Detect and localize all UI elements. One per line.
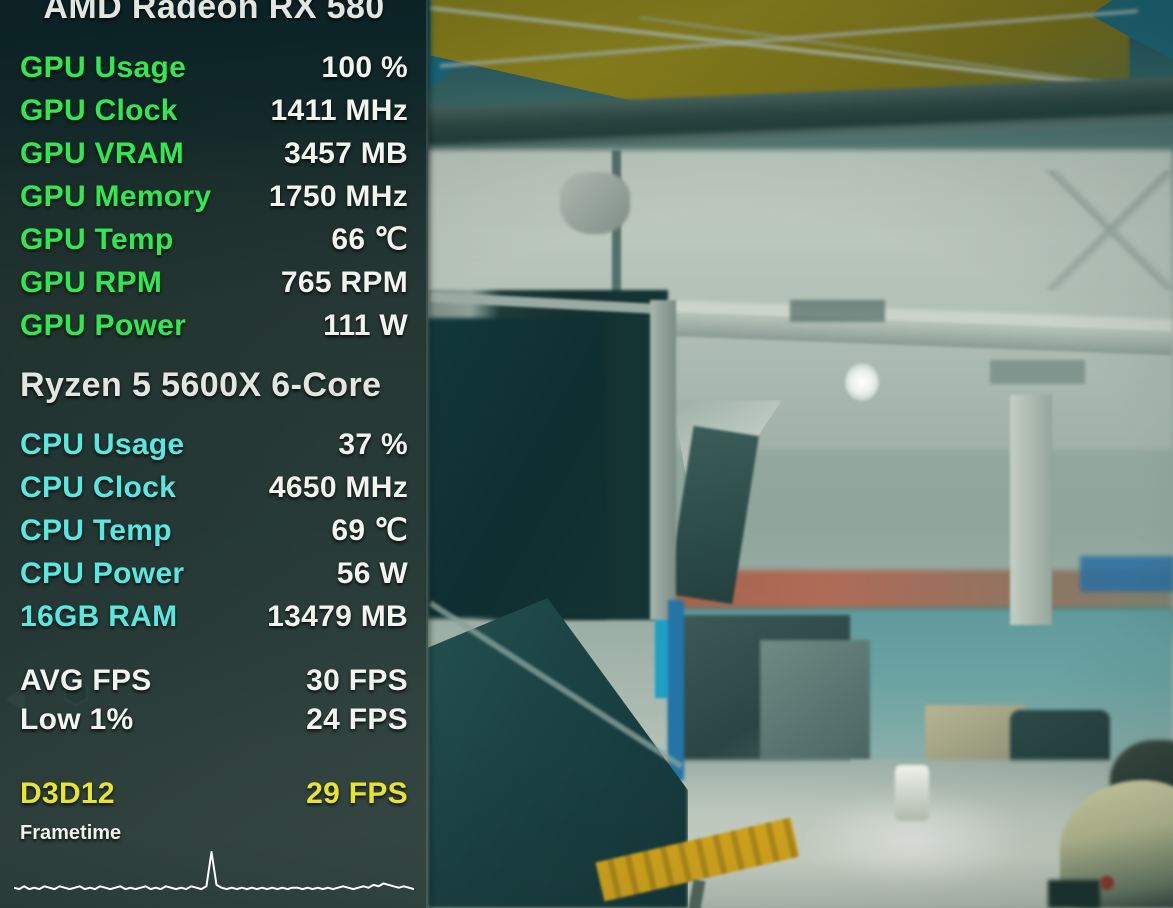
stat-row-gpu-memory: GPU Memory 1750 MHz xyxy=(20,175,408,218)
ceiling-lamp xyxy=(845,363,879,401)
stat-row-low-1-percent: Low 1% 24 FPS xyxy=(20,698,408,741)
stat-value: 69 ℃ xyxy=(331,514,408,547)
stat-label: CPU Usage xyxy=(20,427,185,461)
stat-value: 1411 MHz xyxy=(270,93,408,127)
stat-label: GPU Usage xyxy=(20,50,187,84)
stat-label: 16GB RAM xyxy=(20,599,178,633)
blue-post xyxy=(668,600,684,780)
stat-row-gpu-temp: GPU Temp 66 ℃ xyxy=(20,218,408,261)
stat-value: 24 FPS xyxy=(306,702,408,736)
frametime-title: Frametime xyxy=(20,822,122,844)
ceiling-camera xyxy=(560,172,630,234)
wall-panel xyxy=(990,360,1085,384)
stat-label: GPU RPM xyxy=(20,265,163,299)
stat-value: 13479 MB xyxy=(267,599,408,633)
wall-band-blue xyxy=(1080,556,1173,592)
stat-row-gpu-rpm: GPU RPM 765 RPM xyxy=(20,261,408,304)
stat-row-cpu-clock: CPU Clock 4650 MHz xyxy=(20,466,408,509)
stat-label: AVG FPS xyxy=(20,663,152,697)
wall-truss xyxy=(1020,170,1173,290)
stat-value: 1750 MHz xyxy=(268,179,408,213)
frametime-graph xyxy=(14,851,414,891)
stat-value: 100 % xyxy=(321,50,408,84)
stat-label: CPU Temp xyxy=(20,513,172,547)
api-label: D3D12 xyxy=(20,776,115,810)
support-pillar xyxy=(1010,395,1052,625)
stat-row-ram: 16GB RAM 13479 MB xyxy=(20,595,408,638)
stat-value: 37 % xyxy=(338,427,408,461)
stat-value: 765 RPM xyxy=(280,265,408,299)
stat-label: GPU Memory xyxy=(20,179,212,213)
stat-label: CPU Clock xyxy=(20,470,177,504)
stat-row-gpu-vram: GPU VRAM 3457 MB xyxy=(20,132,408,175)
stat-label: GPU VRAM xyxy=(20,136,185,170)
stat-label: GPU Temp xyxy=(20,222,174,256)
stat-row-cpu-power: CPU Power 56 W xyxy=(20,552,408,595)
floor-bollard xyxy=(895,765,929,821)
stat-row-cpu-temp: CPU Temp 69 ℃ xyxy=(20,509,408,552)
stat-row-gpu-power: GPU Power 111 W xyxy=(20,304,408,347)
gpu-title: AMD Radeon RX 580 xyxy=(43,0,385,26)
stat-row-gpu-clock: GPU Clock 1411 MHz xyxy=(20,89,408,132)
door-post xyxy=(650,300,676,620)
doorway-opening xyxy=(428,318,606,618)
stat-label: GPU Clock xyxy=(20,93,178,127)
stat-label: GPU Power xyxy=(20,308,187,342)
stat-row-api: D3D12 29 FPS xyxy=(20,772,408,815)
stat-value: 111 W xyxy=(323,308,408,342)
stat-row-gpu-usage: GPU Usage 100 % xyxy=(20,46,408,89)
wall-panel xyxy=(790,300,885,322)
stat-value: 4650 MHz xyxy=(268,470,408,504)
cpu-title: Ryzen 5 5600X 6-Core xyxy=(20,366,382,404)
api-fps-value: 29 FPS xyxy=(306,776,408,810)
equipment-indicator xyxy=(1100,876,1114,890)
stat-label: CPU Power xyxy=(20,556,185,590)
stat-value: 30 FPS xyxy=(306,663,408,697)
arm-strap xyxy=(1048,880,1100,908)
stat-value: 56 W xyxy=(336,556,408,590)
stat-row-avg-fps: AVG FPS 30 FPS xyxy=(20,659,408,702)
performance-overlay-panel: AMD Radeon RX 580 GPU Usage 100 % GPU Cl… xyxy=(0,0,428,908)
stat-value: 66 ℃ xyxy=(331,223,408,256)
stat-value: 3457 MB xyxy=(284,136,408,170)
stat-label: Low 1% xyxy=(20,702,134,736)
game-screen: AMD Radeon RX 580 GPU Usage 100 % GPU Cl… xyxy=(0,0,1173,908)
stat-row-cpu-usage: CPU Usage 37 % xyxy=(20,423,408,466)
machinery xyxy=(760,640,870,760)
